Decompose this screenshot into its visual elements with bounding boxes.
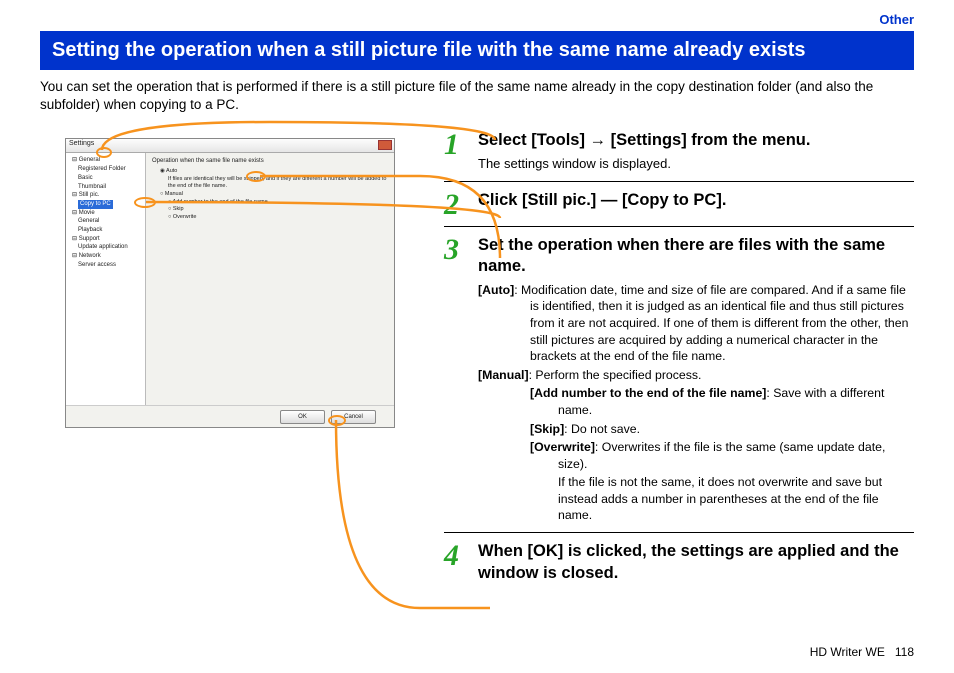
tree-support: ⊟ Support: [72, 235, 143, 244]
tree-registered-folder: Registered Folder: [78, 165, 143, 174]
ss-main-panel: Operation when the same file name exists…: [146, 153, 394, 405]
settings-screenshot: Settings ⊟ General Registered Folder Bas…: [65, 138, 395, 428]
step-4: 4 When [OK] is clicked, the settings are…: [444, 539, 914, 588]
step-4-title: When [OK] is clicked, the settings are a…: [478, 541, 914, 584]
tree-still-pic: ⊟ Still pic.: [72, 191, 143, 200]
step-2-title: Click [Still pic.] — [Copy to PC].: [478, 190, 914, 211]
tree-server-access: Server access: [78, 261, 143, 270]
tree-general: ⊟ General: [72, 156, 143, 165]
content-row: Settings ⊟ General Registered Folder Bas…: [40, 128, 914, 588]
tree-movie-playback: Playback: [78, 226, 143, 235]
right-column: 1 Select [Tools] → [Settings] from the m…: [430, 128, 914, 588]
tree-basic: Basic: [78, 174, 143, 183]
left-column: Settings ⊟ General Registered Folder Bas…: [40, 128, 430, 588]
step-3: 3 Set the operation when there are files…: [444, 233, 914, 526]
step-4-number: 4: [444, 541, 468, 571]
close-icon: [378, 140, 392, 150]
breadcrumb[interactable]: Other: [40, 12, 914, 27]
step-3-desc: [Auto]: Modification date, time and size…: [478, 282, 914, 524]
cancel-button: Cancel: [331, 410, 376, 424]
tree-movie-general: General: [78, 217, 143, 226]
ss-radio-add: Add number to the end of the file name: [168, 199, 388, 207]
tree-thumbnail: Thumbnail: [78, 183, 143, 192]
ss-tree: ⊟ General Registered Folder Basic Thumbn…: [66, 153, 146, 405]
ss-radio-manual: Manual: [160, 191, 388, 199]
ss-titlebar: Settings: [66, 139, 394, 153]
footer-product: HD Writer WE: [810, 645, 885, 659]
tree-update-app: Update application: [78, 243, 143, 252]
ok-button: OK: [280, 410, 325, 424]
step-1-number: 1: [444, 130, 468, 160]
tree-copy-to-pc: Copy to PC: [78, 200, 143, 209]
ss-radio-auto: Auto: [160, 168, 388, 176]
tree-network: ⊟ Network: [72, 252, 143, 261]
ss-group-title: Operation when the same file name exists: [152, 157, 388, 165]
step-1-title: Select [Tools] → [Settings] from the men…: [478, 130, 914, 151]
ss-button-row: OK Cancel: [66, 405, 394, 427]
step-2: 2 Click [Still pic.] — [Copy to PC].: [444, 188, 914, 220]
intro-text: You can set the operation that is perfor…: [40, 78, 914, 114]
footer-page: 118: [895, 645, 914, 659]
ss-radio-overwrite: Overwrite: [168, 214, 388, 222]
page-title: Setting the operation when a still pictu…: [40, 31, 914, 70]
ss-auto-note: If files are identical they will be skip…: [168, 176, 388, 191]
tree-movie: ⊟ Movie: [72, 209, 143, 218]
step-3-number: 3: [444, 235, 468, 265]
step-1: 1 Select [Tools] → [Settings] from the m…: [444, 128, 914, 174]
ss-window-title: Settings: [69, 140, 94, 147]
footer: HD Writer WE 118: [810, 645, 914, 659]
step-2-number: 2: [444, 190, 468, 220]
step-1-sub: The settings window is displayed.: [478, 156, 914, 171]
step-3-title: Set the operation when there are files w…: [478, 235, 914, 278]
ss-radio-skip: Skip: [168, 206, 388, 214]
